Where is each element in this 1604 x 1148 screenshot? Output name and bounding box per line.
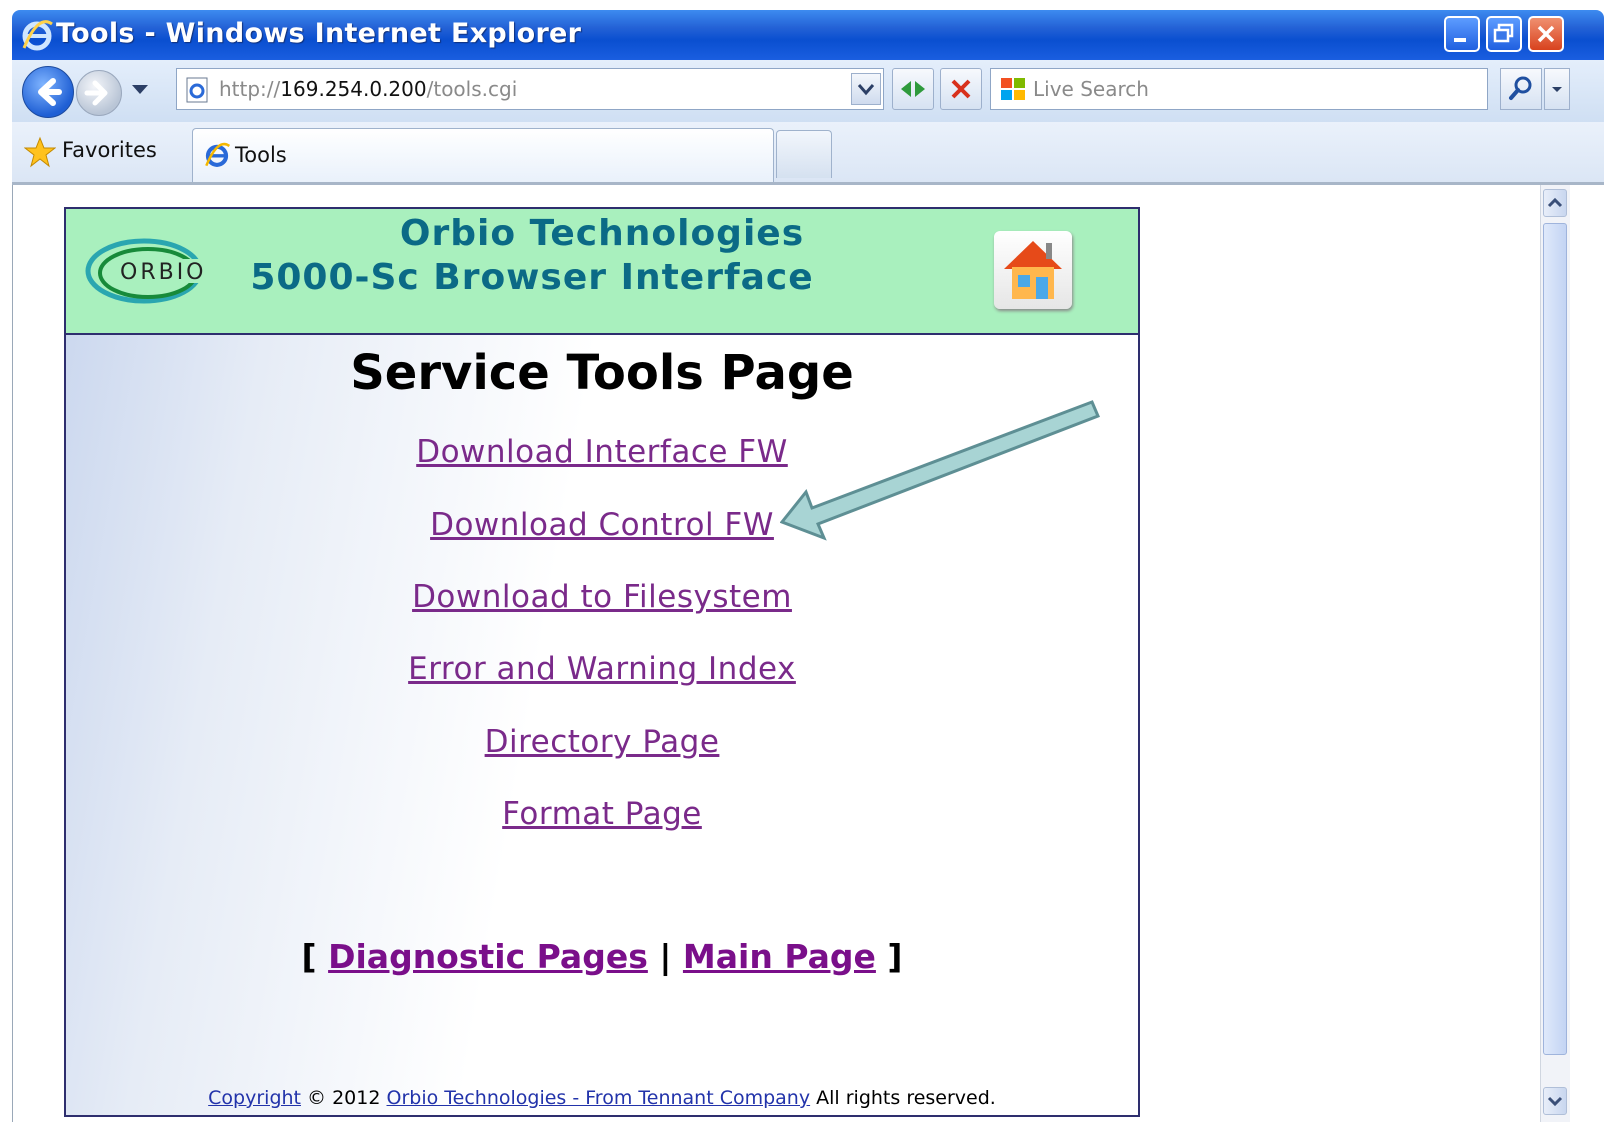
new-tab-button[interactable]: [776, 130, 832, 178]
page-title: Service Tools Page: [350, 345, 854, 401]
page-navigation: [ Diagnostic Pages | Main Page ]: [301, 937, 903, 976]
search-placeholder[interactable]: Live Search: [1033, 77, 1149, 101]
ie-tab-icon: [205, 142, 231, 167]
forward-arrow-icon: [84, 80, 108, 106]
search-options-button[interactable]: [1544, 68, 1570, 110]
minimize-icon: [1454, 38, 1466, 42]
favorites-star-icon[interactable]: [24, 136, 56, 168]
back-button[interactable]: [22, 66, 74, 118]
search-box[interactable]: Live Search: [990, 68, 1488, 110]
restore-icon: [1493, 23, 1514, 43]
format-page-link[interactable]: Format Page: [66, 796, 1138, 832]
chevron-up-icon: [1547, 197, 1563, 208]
chevron-down-icon: [1552, 87, 1562, 92]
error-warning-index-link[interactable]: Error and Warning Index: [66, 651, 1138, 687]
company-link[interactable]: Orbio Technologies - From Tennant Compan…: [387, 1087, 811, 1109]
home-button[interactable]: [994, 231, 1072, 309]
back-arrow-icon: [38, 78, 62, 106]
stop-button[interactable]: [940, 68, 982, 110]
stop-icon: [951, 79, 971, 99]
close-button[interactable]: [1528, 16, 1564, 52]
main-page-link[interactable]: Main Page: [683, 937, 876, 976]
home-icon: [1004, 241, 1062, 299]
page-container: ORBIO Orbio Technologies 5000-Sc Browser…: [64, 207, 1140, 1117]
address-bar[interactable]: http://169.254.0.200/tools.cgi: [176, 68, 884, 110]
page-header: ORBIO Orbio Technologies 5000-Sc Browser…: [66, 209, 1138, 335]
refresh-button[interactable]: [892, 68, 934, 110]
windows-live-icon: [1001, 78, 1025, 100]
scroll-thumb[interactable]: [1543, 223, 1567, 1055]
page-icon: [186, 77, 208, 103]
search-button[interactable]: [1500, 68, 1542, 110]
scroll-up-button[interactable]: [1543, 189, 1567, 217]
window-titlebar: Tools - Windows Internet Explorer: [12, 10, 1604, 60]
address-dropdown-button[interactable]: [851, 73, 881, 105]
tab-tools[interactable]: Tools: [192, 128, 774, 182]
diagnostic-pages-link[interactable]: Diagnostic Pages: [328, 937, 648, 976]
annotation-arrow: [780, 400, 1100, 541]
search-icon: [1509, 76, 1532, 100]
ie-icon: [22, 20, 53, 51]
forward-button[interactable]: [76, 70, 122, 116]
restore-button[interactable]: [1486, 16, 1522, 52]
navigation-toolbar: http://169.254.0.200/tools.cgi Live Sear…: [12, 60, 1604, 122]
window-title: Tools - Windows Internet Explorer: [56, 18, 582, 49]
chevron-down-icon: [857, 84, 875, 96]
refresh-icon: [901, 81, 925, 97]
product-name: 5000-Sc Browser Interface: [250, 257, 814, 298]
tab-label: Tools: [235, 143, 287, 167]
copyright-link[interactable]: Copyright: [208, 1087, 301, 1109]
favorites-button[interactable]: Favorites: [62, 138, 157, 162]
company-name: Orbio Technologies: [399, 213, 805, 254]
history-dropdown-icon[interactable]: [130, 82, 150, 98]
vertical-scrollbar[interactable]: [1540, 185, 1570, 1122]
scroll-down-button[interactable]: [1543, 1087, 1567, 1115]
page-footer: Copyright © 2012 Orbio Technologies - Fr…: [208, 1087, 996, 1109]
favorites-bar: Favorites Tools: [12, 122, 1604, 185]
minimize-button[interactable]: [1444, 16, 1480, 52]
chevron-down-icon: [1547, 1096, 1563, 1107]
address-text[interactable]: http://169.254.0.200/tools.cgi: [219, 77, 517, 101]
directory-page-link[interactable]: Directory Page: [66, 724, 1138, 760]
close-icon: [1537, 25, 1555, 43]
download-to-filesystem-link[interactable]: Download to Filesystem: [66, 579, 1138, 615]
